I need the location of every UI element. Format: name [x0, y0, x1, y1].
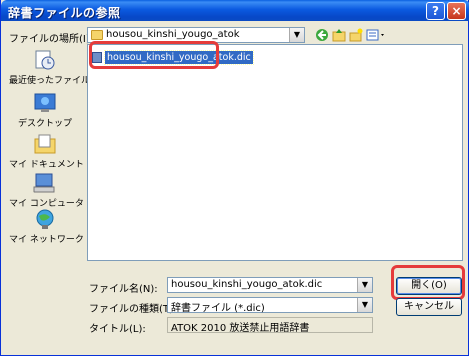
filetype-value: 辞書ファイル (*.dic) [171, 303, 265, 314]
up-folder-icon[interactable] [332, 28, 346, 42]
place-my-computer[interactable]: マイ コンピュータ [9, 172, 84, 209]
filetype-label: ファイルの種類(T): [89, 304, 177, 315]
place-desktop[interactable]: デスクトップ [9, 92, 81, 129]
annotation-highlight-open [391, 265, 465, 300]
lookin-value: housou_kinshi_yougo_atok [106, 29, 240, 40]
place-label: 最近使ったファイル [9, 76, 91, 86]
title-field-value: ATOK 2010 放送禁止用語辞書 [171, 323, 310, 334]
chevron-down-icon[interactable]: ▼ [357, 278, 372, 292]
desktop-icon [34, 93, 56, 112]
place-label: デスクトップ [17, 119, 72, 129]
close-button[interactable]: × [447, 2, 466, 20]
my-network-icon [36, 209, 54, 229]
view-menu-icon[interactable] [366, 28, 386, 42]
place-label: マイ ネットワーク [9, 235, 84, 245]
annotation-highlight-file [89, 41, 219, 69]
dialog-title: 辞書ファイルの参照 [8, 6, 121, 20]
cancel-button[interactable]: キャンセル [396, 298, 462, 316]
file-list[interactable]: housou_kinshi_yougo_atok.dic [87, 44, 463, 261]
filename-label: ファイル名(N): [89, 284, 158, 295]
folder-icon [91, 30, 103, 40]
place-label: マイ ドキュメント [9, 160, 84, 170]
filename-input[interactable]: housou_kinshi_yougo_atok.dic ▼ [167, 277, 373, 293]
places-bar: 最近使ったファイル デスクトップ マイ ドキュメント マイ コンピュータ マイ … [9, 45, 91, 253]
place-my-network[interactable]: マイ ネットワーク [9, 208, 84, 245]
filetype-select[interactable]: 辞書ファイル (*.dic) ▼ [167, 297, 373, 314]
place-recent[interactable]: 最近使ったファイル [9, 49, 91, 86]
chevron-down-icon[interactable]: ▼ [289, 28, 304, 42]
help-button[interactable]: ? [426, 2, 445, 20]
my-computer-icon [33, 173, 55, 193]
title-field: ATOK 2010 放送禁止用語辞書 [167, 317, 373, 334]
lookin-label: ファイルの場所(I): [9, 34, 94, 45]
new-folder-icon[interactable] [349, 28, 363, 42]
filename-value: housou_kinshi_yougo_atok.dic [171, 279, 323, 290]
title-field-label: タイトル(L): [89, 324, 146, 335]
place-my-documents[interactable]: マイ ドキュメント [9, 133, 84, 170]
recent-docs-icon [35, 50, 55, 70]
my-documents-icon [34, 134, 56, 154]
chevron-down-icon[interactable]: ▼ [357, 298, 372, 312]
file-dialog: 辞書ファイルの参照 ? × ファイルの場所(I): housou_kinshi_… [0, 0, 469, 356]
back-icon[interactable] [315, 28, 329, 42]
title-bar[interactable]: 辞書ファイルの参照 ? × [1, 0, 469, 21]
